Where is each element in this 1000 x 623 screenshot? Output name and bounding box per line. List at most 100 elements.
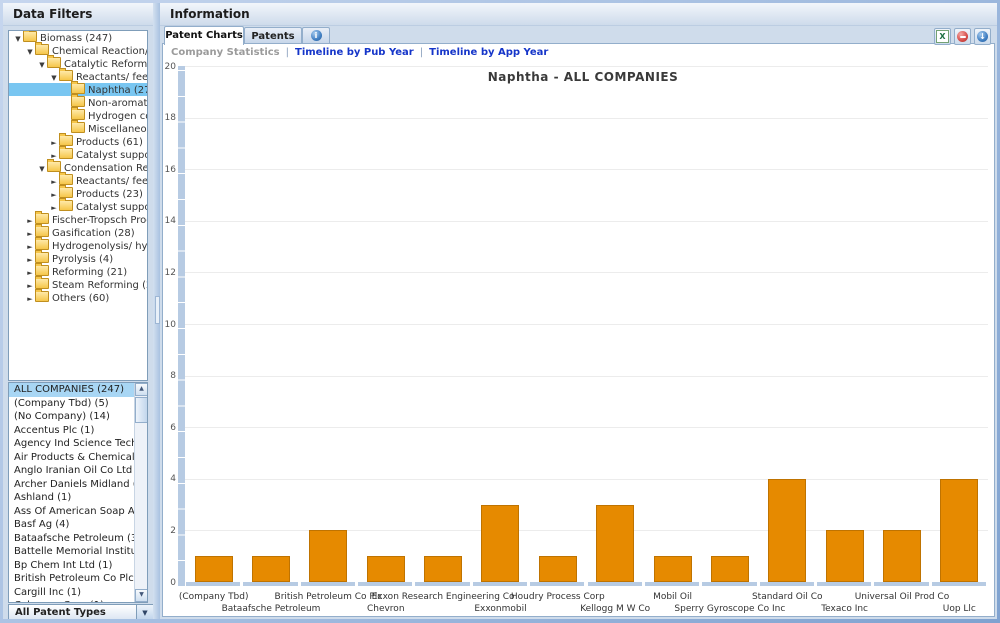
chevron-down-icon[interactable]: ▼ [136,605,153,619]
folder-icon [71,122,85,133]
tree-item[interactable]: ▼Chemical Reaction/ Process (24) [9,44,147,57]
bar[interactable] [367,556,405,582]
company-rows: ALL COMPANIES (247)(Company Tbd) (5)(No … [9,383,147,603]
tree-item[interactable]: ►Reforming (21) [9,265,147,278]
bar[interactable] [252,556,290,582]
subnav-timeline-by-app-year[interactable]: Timeline by App Year [429,47,548,58]
gridline [185,272,988,273]
collapse-arrow-icon[interactable]: ▼ [37,163,47,176]
gridline [185,376,988,377]
x-axis-category-label: Universal Oil Prod Co [827,592,977,602]
tree-item[interactable]: ►Catalyst support (7) [9,200,147,213]
bar[interactable] [309,530,347,582]
folder-icon [35,226,49,237]
subnav-timeline-by-pub-year[interactable]: Timeline by Pub Year [295,47,414,58]
tab-patent-charts[interactable]: Patent Charts [164,26,244,45]
company-list-item[interactable]: British Petroleum Co Plc (13) [9,572,147,586]
gridline [185,66,988,67]
tree-item[interactable]: ►Reactants/ feedstock (23) [9,174,147,187]
tree-item[interactable]: ▼Biomass (247) [9,31,147,44]
tree-item[interactable]: Hydrogen containing compounds [9,109,147,122]
bar-pedestal [760,582,814,586]
tree-item[interactable]: ►Hydrogenolysis/ hydrogenation [9,239,147,252]
company-list-item[interactable]: Ashland (1) [9,491,147,505]
tree-item[interactable]: ►Catalyst support (44) [9,148,147,161]
tree-item-label: Reforming (21) [52,267,127,278]
x-axis-category-label: Uop Llc [884,604,997,614]
download-icon[interactable]: ↓ [974,28,991,45]
tree-item[interactable]: Miscellaneous (22) [9,122,147,135]
company-list-item[interactable]: Basf Ag (4) [9,518,147,532]
tree-item[interactable]: ►Pyrolysis (4) [9,252,147,265]
folder-icon [59,70,73,81]
tab-patents[interactable]: Patents [244,27,302,44]
company-list-item[interactable]: Agency Ind Science Techn (3) [9,437,147,451]
tree-item-label: Condensation Reaction (23) [64,163,148,174]
company-list-item[interactable]: ALL COMPANIES (247) [9,383,147,397]
company-list-item[interactable]: Bp Chem Int Ltd (1) [9,559,147,573]
y-axis-tick-label: 2 [163,526,176,536]
tree-item[interactable]: ▼ Reactants/ feedstock (64) [9,70,147,83]
tree-item[interactable]: Non-aromatic hydrocarbons [9,96,147,109]
folder-icon [23,31,37,42]
bar[interactable] [596,505,634,582]
excel-export-icon[interactable]: X [934,28,951,45]
bar[interactable] [711,556,749,582]
bar[interactable] [826,530,864,582]
tree-item[interactable]: ►Products (23) [9,187,147,200]
scroll-down-icon[interactable]: ▼ [135,589,148,602]
tree-item[interactable]: ► Others (60) [9,291,147,304]
tab-info[interactable]: i [302,27,330,44]
subnav-company-statistics: Company Statistics [171,47,280,58]
bar-pedestal [817,582,871,586]
scroll-up-icon[interactable]: ▲ [135,383,148,396]
company-list-item[interactable]: Air Products & Chemicals (1) [9,451,147,465]
company-list-item[interactable]: Ass Of American Soap And Glyce (2) [9,505,147,519]
bar[interactable] [424,556,462,582]
bar[interactable] [481,505,519,582]
company-list-item[interactable]: (No Company) (14) [9,410,147,424]
folder-icon [59,200,73,211]
tree-item[interactable]: ▼ Condensation Reaction (23) [9,161,147,174]
folder-icon [59,187,73,198]
folder-icon [35,44,49,55]
tree-item[interactable]: ►Fischer-Tropsch Process (4) [9,213,147,226]
company-list-item[interactable]: Accentus Plc (1) [9,424,147,438]
chart-subnav: Company Statistics|Timeline by Pub Year|… [171,47,548,58]
bar[interactable] [195,556,233,582]
company-scrollbar[interactable]: ▲ ▼ [134,383,147,602]
company-list-item[interactable]: Cargill Inc (1) [9,586,147,600]
panel-splitter[interactable] [153,3,160,619]
data-filters-title: Data Filters [3,3,153,26]
tree-item-label: Pyrolysis (4) [52,254,113,265]
tree-item[interactable]: ►Steam Reforming (29) [9,278,147,291]
y-axis-tick-label: 4 [163,474,176,484]
expand-arrow-icon[interactable]: ► [25,293,35,306]
company-list-item[interactable]: (Company Tbd) (5) [9,397,147,411]
bar[interactable] [768,479,806,582]
tree-item-label: Others (60) [52,293,109,304]
company-list-item[interactable]: Celanese Corp (1) [9,599,147,603]
company-list-item[interactable]: Battelle Memorial Institute (4) [9,545,147,559]
bar[interactable] [539,556,577,582]
bar[interactable] [883,530,921,582]
scrollbar-thumb[interactable] [135,397,148,423]
tree-item[interactable]: Naphtha (27) [9,83,147,96]
company-list-item[interactable]: Anglo Iranian Oil Co Ltd (1) [9,464,147,478]
tree-item[interactable]: ►Gasification (28) [9,226,147,239]
collapse-arrow-icon[interactable]: ▼ [25,46,35,59]
bar-pedestal [530,582,584,586]
remove-icon[interactable] [954,28,971,45]
gridline [185,221,988,222]
collapse-arrow-icon[interactable]: ▼ [37,59,47,72]
collapse-arrow-icon[interactable]: ▼ [49,72,59,85]
company-list-item[interactable]: Bataafsche Petroleum (3) [9,532,147,546]
patent-type-dropdown[interactable]: All Patent Types ▼ [8,604,153,619]
collapse-arrow-icon[interactable]: ▼ [13,33,23,46]
company-list-item[interactable]: Archer Daniels Midland (1) [9,478,147,492]
tree-item-label: Reactants/ feedstock (64) [76,72,148,83]
bar[interactable] [940,479,978,582]
tree-item[interactable]: ►Products (61) [9,135,147,148]
bar[interactable] [654,556,692,582]
tree-item-label: Fischer-Tropsch Process (4) [52,215,148,226]
